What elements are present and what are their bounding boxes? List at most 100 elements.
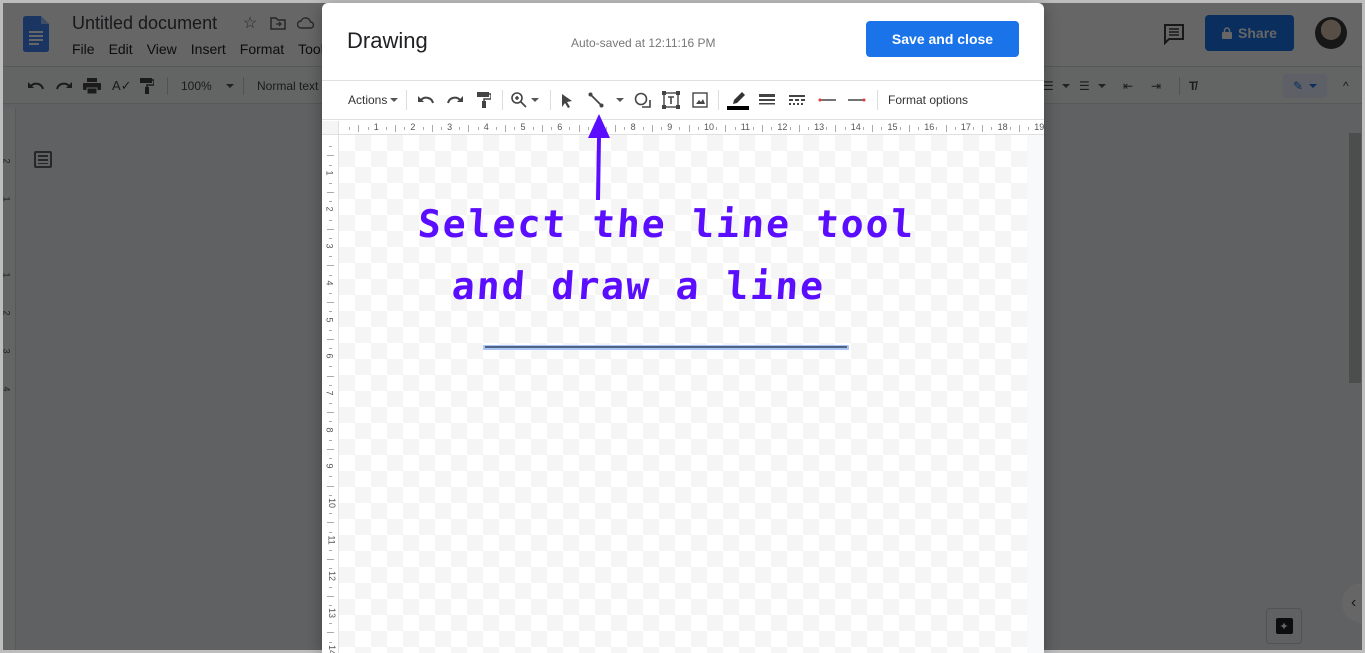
ruler-tick (716, 127, 718, 130)
line-weight-icon[interactable] (759, 89, 775, 111)
ruler-tick (725, 125, 727, 132)
ruler-tick (844, 127, 846, 130)
line-color-button[interactable] (727, 89, 749, 111)
ruler-label: 13 (327, 608, 338, 619)
ruler-tick (327, 265, 334, 267)
ruler-label: 15 (887, 122, 898, 132)
ruler-tick (954, 127, 956, 130)
ruler-label: 7 (324, 390, 335, 396)
ruler-tick (329, 494, 332, 496)
ruler-tick (872, 125, 874, 132)
horizontal-ruler: 12345678910111213141516171819 (339, 121, 1044, 135)
vertical-ruler: 1 2 3 4 5 6 7 8 9 10 11 12 13 14 (322, 135, 339, 653)
line-type-dropdown[interactable] (613, 89, 624, 111)
ruler-tick (327, 192, 334, 194)
ruler-tick (329, 586, 332, 588)
ruler-label: 12 (327, 571, 338, 582)
ruler-tick (329, 421, 332, 423)
ruler-tick (327, 448, 334, 450)
ruler-tick (881, 127, 883, 130)
ruler-label: 14 (850, 122, 861, 132)
ruler-tick (327, 155, 334, 157)
ruler-label: 5 (324, 316, 335, 323)
ruler-tick (327, 302, 334, 304)
ruler-tick (329, 623, 332, 625)
ruler-tick (329, 201, 332, 203)
ruler-tick (329, 219, 332, 221)
ruler-label: 5 (520, 122, 526, 132)
ruler-tick (327, 228, 334, 230)
select-tool-icon[interactable] (561, 89, 573, 111)
shape-tool-icon[interactable] (634, 89, 651, 111)
line-end-icon[interactable] (848, 89, 866, 111)
ruler-tick (1018, 125, 1020, 132)
ruler-label: 1 (324, 170, 335, 176)
ruler-tick (327, 338, 334, 340)
actions-label: Actions (348, 93, 388, 107)
text-box-icon[interactable] (662, 89, 680, 111)
ruler-tick (327, 632, 334, 634)
ruler-tick (495, 127, 497, 130)
ruler-tick (771, 127, 773, 130)
save-and-close-button[interactable]: Save and close (866, 21, 1019, 57)
ruler-tick (358, 125, 360, 132)
autosave-status: Auto-saved at 12:11:16 PM (571, 36, 716, 50)
ruler-tick (440, 127, 442, 130)
ruler-tick (624, 127, 626, 130)
undo-icon[interactable] (417, 89, 435, 111)
ruler-tick (734, 127, 736, 130)
ruler-label: 3 (447, 122, 453, 132)
ruler-label: 17 (960, 122, 971, 132)
ruler-tick (349, 127, 351, 130)
ruler-label: 6 (324, 353, 335, 359)
ruler-tick (327, 485, 334, 487)
ruler-tick (551, 127, 553, 130)
format-options-button[interactable]: Format options (888, 89, 968, 111)
ruler-tick (569, 127, 571, 130)
ruler-tick (329, 458, 332, 460)
ruler-tick (329, 549, 332, 551)
ruler-tick (688, 125, 690, 132)
ruler-label: 13 (814, 122, 825, 132)
line-dash-icon[interactable] (789, 89, 805, 111)
ruler-label: 12 (777, 122, 788, 132)
ruler-tick (329, 476, 332, 478)
ruler-tick (982, 125, 984, 132)
line-start-icon[interactable] (818, 89, 836, 111)
ruler-tick (329, 384, 332, 386)
ruler-label: 8 (630, 122, 636, 132)
ruler-label: 11 (740, 122, 751, 132)
ruler-tick (329, 403, 332, 405)
ruler-tick (651, 125, 653, 132)
annotation-arrow-icon (588, 114, 610, 201)
ruler-tick (327, 522, 334, 524)
ruler-label: 16 (924, 122, 935, 132)
ruler-tick (329, 568, 332, 570)
ruler-tick (945, 125, 947, 132)
ruler-tick (798, 125, 800, 132)
ruler-tick (329, 641, 332, 643)
redo-icon[interactable] (446, 89, 464, 111)
ruler-label: 4 (483, 122, 489, 132)
ruler-tick (936, 127, 938, 130)
ruler-tick (329, 513, 332, 515)
ruler-tick (329, 292, 332, 294)
ruler-tick (826, 127, 828, 130)
ruler-label: 10 (327, 497, 338, 509)
ruler-label: 11 (326, 535, 337, 545)
line-tool-icon[interactable] (588, 89, 604, 111)
canvas-scroll-edge (1027, 135, 1044, 653)
ruler-tick (762, 125, 764, 132)
image-icon[interactable] (692, 89, 708, 111)
zoom-menu[interactable] (511, 89, 539, 111)
zoom-in-icon (511, 92, 527, 108)
ruler-tick (835, 125, 837, 132)
drawn-line-shape[interactable] (483, 345, 849, 350)
paint-format-icon[interactable] (477, 89, 491, 111)
caret-down-icon (390, 98, 399, 102)
ruler-tick (395, 125, 397, 132)
ruler-tick (329, 366, 332, 368)
caret-down-icon (616, 98, 624, 102)
ruler-tick (327, 375, 334, 377)
actions-menu[interactable]: Actions (348, 89, 399, 111)
